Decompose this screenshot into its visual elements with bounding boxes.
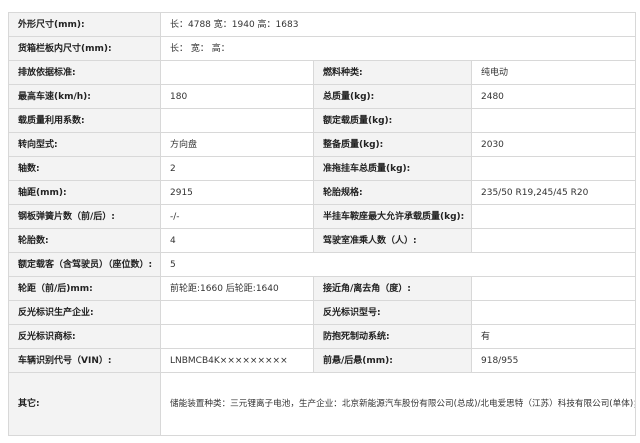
spec-label: 转向型式: [8,132,161,157]
spec-label: 钢板弹簧片数（前/后）: [8,204,161,229]
spec-label: 额定载客（含驾驶员）（座位数）: [8,252,161,277]
spec-row: 轴数: 2 准拖挂车总质量(kg): [8,156,637,181]
spec-row: 最高车速(km/h): 180 总质量(kg): 2480 [8,84,637,109]
spec-value: -/- [160,204,314,229]
spec-label: 燃料种类: [313,60,472,85]
spec-label: 总质量(kg): [313,84,472,109]
spec-row: 反光标识商标: 防抱死制动系统: 有 [8,324,637,349]
vehicle-spec-table: 外形尺寸(mm): 长：4788 宽：1940 高：1683 货箱栏板内尺寸(mm)… [8,12,637,436]
spec-value: 4 [160,228,314,253]
spec-row: 钢板弹簧片数（前/后）: -/- 半挂车鞍座最大允许承载质量(kg): [8,204,637,229]
spec-label: 额定载质量(kg): [313,108,472,133]
spec-value: 储能装置种类：三元锂离子电池，生产企业：北京新能源汽车股份有限公司(总成)/北电… [159,372,637,436]
spec-row: 轮胎数: 4 驾驶室准乘人数（人）: [8,228,637,253]
spec-value: LNBMCB4K××××××××× [160,348,314,373]
spec-label: 驾驶室准乘人数（人）: [313,228,472,253]
spec-row: 反光标识生产企业: 反光标识型号: [8,300,637,325]
spec-label: 半挂车鞍座最大允许承载质量(kg): [313,204,472,229]
spec-value: 方向盘 [160,132,314,157]
spec-value [470,228,637,253]
spec-label: 最高车速(km/h): [8,84,161,109]
spec-row: 货箱栏板内尺寸(mm): 长： 宽： 高： [8,36,637,61]
spec-label: 准拖挂车总质量(kg): [313,156,472,181]
spec-value: 180 [160,84,314,109]
spec-label: 整备质量(kg): [313,132,472,157]
spec-label: 反光标识商标: [8,324,161,349]
spec-value: 2030 [470,132,637,157]
spec-label: 轮胎数: [8,228,161,253]
spec-label: 外形尺寸(mm): [8,12,161,37]
spec-row: 轴距(mm): 2915 轮胎规格: 235/50 R19,245/45 R20 [8,180,637,205]
spec-label: 车辆识别代号（VIN）: [8,348,161,373]
spec-value [470,204,637,229]
spec-value: 有 [470,324,637,349]
spec-sheet: 外形尺寸(mm): 长：4788 宽：1940 高：1683 货箱栏板内尺寸(mm)… [0,0,640,443]
spec-value: 5 [159,252,637,277]
spec-value [160,324,314,349]
spec-row: 外形尺寸(mm): 长：4788 宽：1940 高：1683 [8,12,637,37]
spec-value: 2 [160,156,314,181]
spec-value: 235/50 R19,245/45 R20 [470,180,637,205]
spec-row: 其它: 储能装置种类：三元锂离子电池，生产企业：北京新能源汽车股份有限公司(总成)… [8,372,637,436]
spec-value: 长： 宽： 高： [159,36,637,61]
spec-label: 轴数: [8,156,161,181]
spec-value: 918/955 [470,348,637,373]
spec-row: 转向型式: 方向盘 整备质量(kg): 2030 [8,132,637,157]
spec-label: 载质量利用系数: [8,108,161,133]
spec-label: 货箱栏板内尺寸(mm): [8,36,161,61]
spec-value: 前轮距:1660 后轮距:1640 [160,276,314,301]
spec-label: 其它: [8,372,161,436]
spec-label: 轮胎规格: [313,180,472,205]
spec-label: 接近角/离去角（度）: [313,276,472,301]
spec-value: 2480 [470,84,637,109]
spec-label: 防抱死制动系统: [313,324,472,349]
spec-row: 额定载客（含驾驶员）（座位数）: 5 [8,252,637,277]
spec-label: 反光标识生产企业: [8,300,161,325]
spec-row: 载质量利用系数: 额定载质量(kg): [8,108,637,133]
spec-value: 纯电动 [470,60,637,85]
spec-label: 轴距(mm): [8,180,161,205]
spec-label: 轮距（前/后)mm: [8,276,161,301]
spec-value [160,300,314,325]
spec-row: 轮距（前/后)mm: 前轮距:1660 后轮距:1640 接近角/离去角（度）: [8,276,637,301]
spec-row: 排放依据标准: 燃料种类: 纯电动 [8,60,637,85]
spec-value [470,300,637,325]
spec-value [160,60,314,85]
spec-value: 长：4788 宽：1940 高：1683 [159,12,637,37]
spec-value [470,276,637,301]
spec-label: 反光标识型号: [313,300,472,325]
spec-label: 排放依据标准: [8,60,161,85]
spec-value: 2915 [160,180,314,205]
spec-value [160,108,314,133]
spec-row: 车辆识别代号（VIN）: LNBMCB4K××××××××× 前悬/后悬(mm): 9… [8,348,637,373]
spec-value [470,108,637,133]
spec-table-body: 外形尺寸(mm): 长：4788 宽：1940 高：1683 货箱栏板内尺寸(mm)… [8,12,637,436]
spec-label: 前悬/后悬(mm): [313,348,472,373]
spec-value [470,156,637,181]
